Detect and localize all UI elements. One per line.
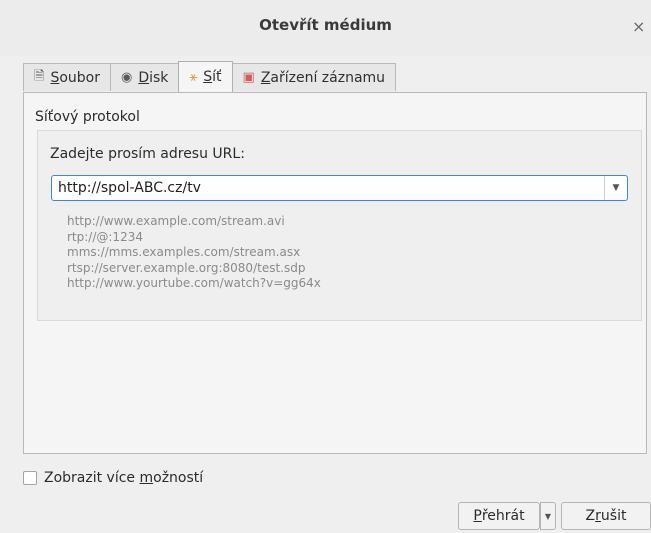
example-url: mms://mms.examples.com/stream.asx [67,245,301,259]
show-more-options-label: Zobrazit více možností [44,470,204,486]
dialog-title: Otevřít médium [259,16,392,34]
tab-network-label: Síť [203,69,222,85]
play-options-chevron-down-icon[interactable]: ▼ [540,502,556,530]
tab-capture-device-label: Zařízení záznamu [260,69,386,86]
capture-device-icon: ▣ [242,70,255,85]
show-more-options-checkbox[interactable] [23,471,37,485]
network-tab-pane: Síťový protokol Zadejte prosím adresu UR… [23,92,647,454]
example-url: rtp://@:1234 [67,229,143,244]
tab-disc[interactable]: ◉ Disk [110,63,180,91]
tab-network[interactable]: ⚹ Síť [178,61,233,92]
url-input[interactable] [52,177,604,199]
tab-bar: 🗎 Soubor ◉ Disk ⚹ Síť ▣ Zařízení záznamu [23,61,397,93]
title-bar: Otevřít médium × [0,0,651,56]
url-examples: http://www.example.com/stream.avi rtp://… [67,214,321,292]
tab-capture-device[interactable]: ▣ Zařízení záznamu [231,63,397,91]
chevron-down-icon[interactable]: ▼ [604,176,627,200]
example-url: http://www.example.com/stream.avi [67,214,285,228]
network-protocol-heading: Síťový protokol [35,109,140,125]
tab-disc-label: Disk [138,69,169,86]
network-protocol-group: Zadejte prosím adresu URL: ▼ http://www.… [37,130,642,321]
network-icon: ⚹ [189,69,198,85]
cancel-button[interactable]: Zr ušit [561,502,651,530]
example-url: rtsp://server.example.org:8080/test.sdp [67,260,306,275]
tab-file-label: Soubor [50,69,100,86]
url-combobox[interactable]: ▼ [51,175,628,201]
show-more-options[interactable]: Zobrazit více možností [23,470,203,486]
disc-icon: ◉ [121,70,133,85]
file-icon: 🗎 [34,68,45,84]
close-icon[interactable]: × [632,16,651,38]
url-label: Zadejte prosím adresu URL: [50,146,245,162]
open-media-dialog: Otevřít médium × 🗎 Soubor ◉ Disk ⚹ Síť ▣… [0,0,651,533]
example-url: http://www.yourtube.com/watch?v=gg64x [67,276,321,290]
play-button[interactable]: Přehrát [458,502,540,530]
tab-file[interactable]: 🗎 Soubor [23,63,111,91]
